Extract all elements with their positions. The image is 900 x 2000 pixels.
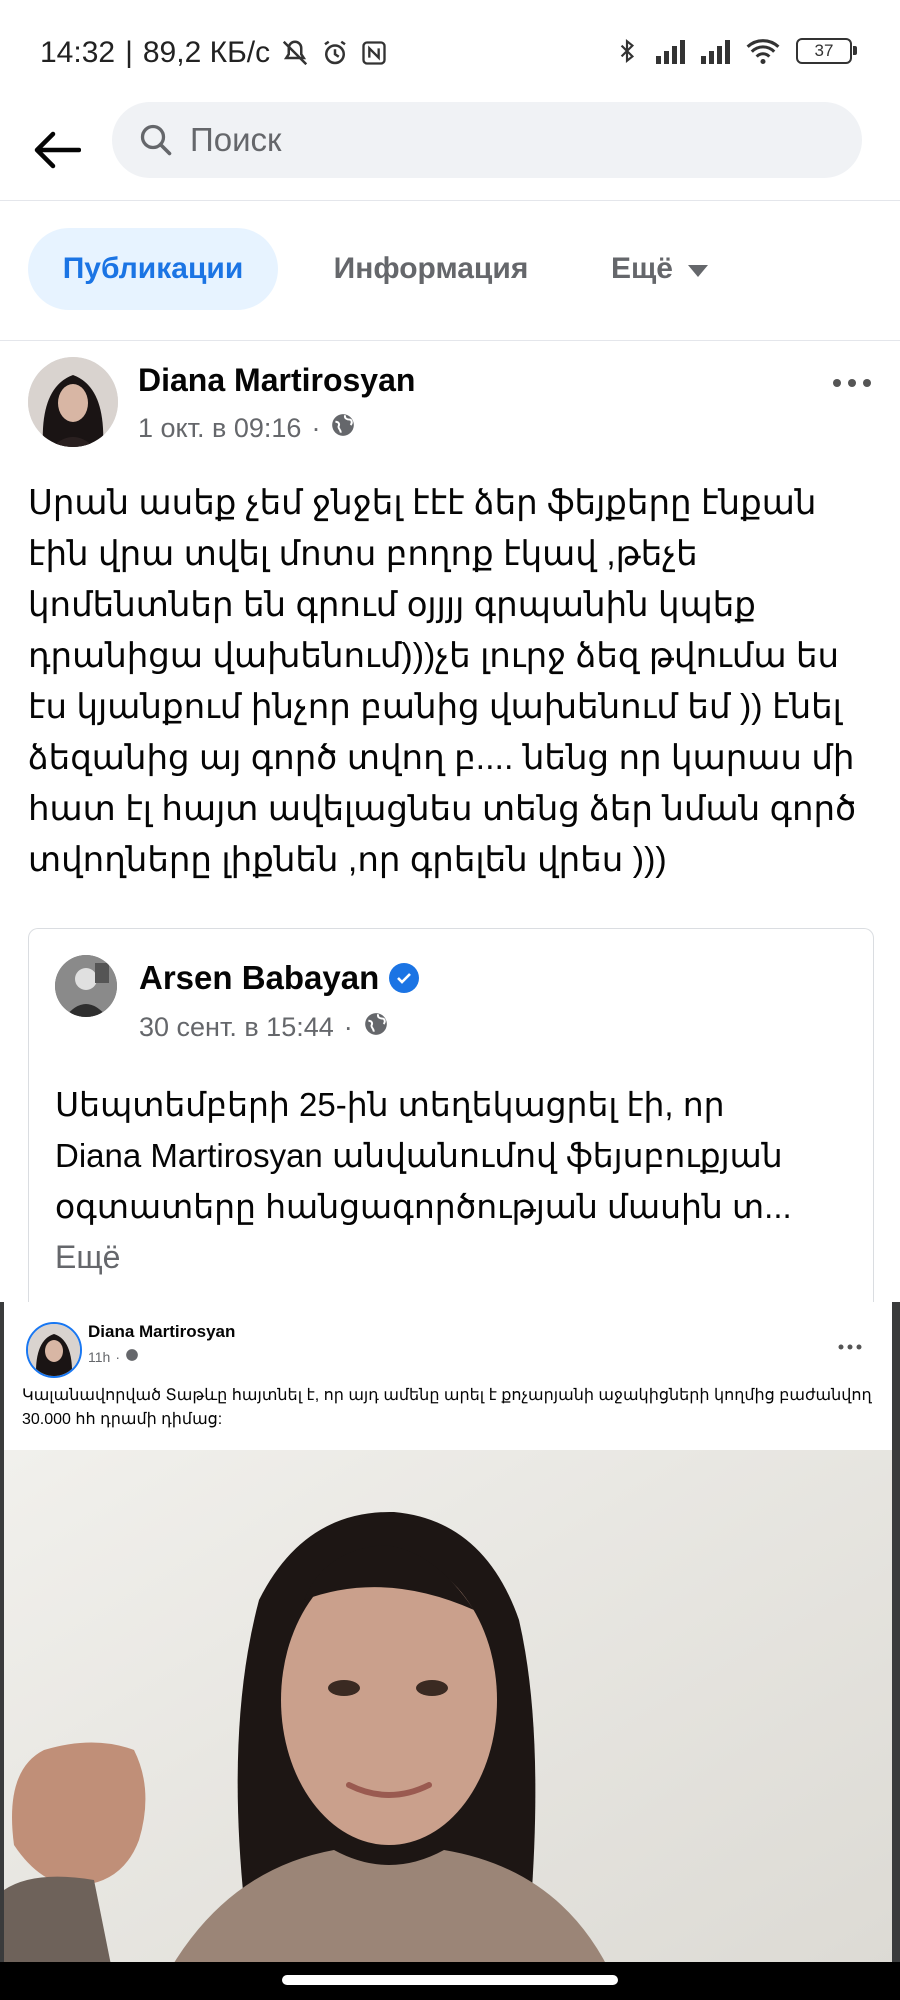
shared-text-line: Սեպտեմբերի 25-ին տեղեկացրել էի, որ: [55, 1086, 725, 1123]
post-author[interactable]: Diana Martirosyan: [138, 362, 415, 399]
post-timestamp[interactable]: 1 окт. в 09:16: [138, 413, 301, 444]
back-arrow-icon[interactable]: [28, 122, 84, 178]
embedded-timestamp: 11h: [88, 1348, 111, 1365]
post-text-line: հատ էլ հայտ ավելացնես տենց ձեր նման գործ: [28, 790, 857, 828]
globe-icon: [125, 1348, 139, 1365]
shared-text: Սեպտեմբերի 25-ին տեղեկացրել էի, որ Diana…: [55, 1079, 855, 1232]
embedded-meta: 11h ·: [88, 1348, 139, 1365]
signal-icon-2: [701, 38, 730, 64]
embedded-image[interactable]: Diana Martirosyan 11h · Կալանավորված Տաթ…: [0, 1302, 900, 2000]
embedded-avatar: [26, 1322, 82, 1378]
shared-text-line: Diana Martirosyan անվանումով ֆեյսբուքյան: [55, 1137, 783, 1174]
post-text-line: ձեզանից այ գործ տվող բ.... նենց որ կարաս…: [28, 739, 855, 777]
alarm-icon: [320, 38, 350, 68]
status-time: 14:32: [40, 36, 116, 69]
battery-level: 37: [814, 41, 834, 60]
post-text: Սրան ասեք չեմ ջնջել էէէ ձեր ֆեյքերը էնքա…: [28, 478, 878, 886]
tab-more[interactable]: Ещё: [590, 228, 730, 310]
embedded-more-icon: [838, 1334, 862, 1355]
shared-post-card[interactable]: Arsen Babayan 30 сент. в 15:44 · Սեպտեմբ…: [28, 928, 874, 1303]
tab-label: Публикации: [62, 252, 244, 285]
shared-avatar[interactable]: [55, 955, 117, 1017]
search-input[interactable]: Поиск: [112, 102, 862, 178]
battery-icon: 37: [796, 38, 857, 64]
search-icon: [136, 120, 176, 160]
globe-icon: [363, 1011, 389, 1044]
post-text-line: տվողները լիքնեն ,որ գրելեն վրես ))): [28, 841, 667, 879]
meta-dot: ·: [115, 1348, 120, 1365]
globe-icon: [330, 412, 356, 445]
post-text-line: էին վրա տվել մոտս բողոք էկավ ,թեչե: [28, 535, 698, 573]
see-more-link[interactable]: Ещё: [55, 1239, 120, 1276]
tab-label: Информация: [333, 252, 529, 285]
status-separator: |: [125, 36, 133, 69]
post-meta: 1 окт. в 09:16 ·: [138, 412, 356, 445]
meta-dot: ·: [343, 1012, 353, 1042]
network-speed: 89,2 КБ/с: [142, 36, 271, 69]
tab-label: Ещё: [610, 252, 673, 285]
signal-icon-1: [656, 38, 685, 64]
shared-author-name: Arsen Babayan: [139, 959, 380, 996]
caret-down-icon: [687, 252, 709, 286]
shared-meta: 30 сент. в 15:44 ·: [139, 1011, 389, 1044]
system-nav-bar: [0, 1962, 900, 2000]
more-options-icon[interactable]: [832, 362, 872, 396]
post-text-line: կոմենտներ են գրում օյյյյ գրպանին կպեք: [28, 586, 756, 624]
status-right: 37: [614, 36, 857, 66]
search-placeholder: Поиск: [190, 121, 282, 158]
status-left: 14:32 | 89,2 КБ/с: [40, 36, 388, 70]
nfc-icon: [360, 39, 388, 67]
bluetooth-icon: [614, 36, 640, 66]
avatar[interactable]: [28, 357, 118, 447]
status-bar: 14:32 | 89,2 КБ/с 37: [0, 0, 900, 100]
verified-badge-icon: [389, 963, 420, 993]
embedded-post-header: Diana Martirosyan 11h · Կալանավորված Տաթ…: [4, 1302, 892, 1450]
home-gesture-bar[interactable]: [282, 1975, 618, 1985]
shared-timestamp[interactable]: 30 сент. в 15:44: [139, 1012, 334, 1043]
tab-information[interactable]: Информация: [306, 228, 556, 310]
shared-author[interactable]: Arsen Babayan: [139, 959, 420, 997]
tab-publications[interactable]: Публикации: [28, 228, 278, 310]
meta-dot: ·: [311, 413, 321, 443]
muted-icon: [280, 38, 310, 68]
embedded-text: Կալանավորված Տաթևը հայտնել է, որ այդ ամե…: [22, 1387, 872, 1428]
embedded-photo: [4, 1450, 892, 1980]
embedded-author: Diana Martirosyan: [88, 1322, 236, 1341]
shared-text-line: օգտատերը հանցագործության մասին տ...: [55, 1188, 792, 1225]
post-text-line: Սրան ասեք չեմ ջնջել էէէ ձեր ֆեյքերը էնքա…: [28, 484, 817, 522]
post-text-line: էս կյանքում ինչոր բանից վախենում եմ )) է…: [28, 688, 842, 726]
post-text-line: դրանիցա վախենում)))չե լուրջ ձեզ թվումա ե…: [28, 637, 840, 675]
wifi-icon: [746, 37, 780, 65]
profile-tabs: Публикации Информация Ещё: [0, 200, 900, 341]
